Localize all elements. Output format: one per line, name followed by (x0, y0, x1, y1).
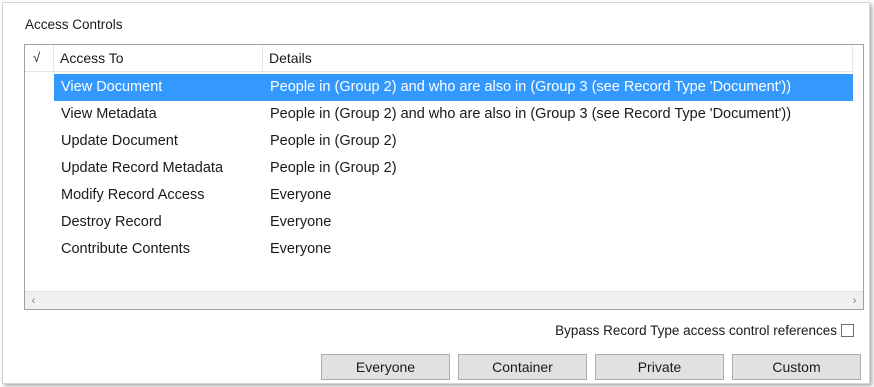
container-button[interactable]: Container (458, 354, 587, 380)
row-access-to: Destroy Record (61, 214, 162, 230)
dialog-frame: Access Controls √ Access To Details View… (2, 2, 870, 384)
row-access-to: Update Record Metadata (61, 160, 224, 176)
list-row[interactable]: Update Document People in (Group 2) (25, 128, 863, 155)
row-details: People in (Group 2) and who are also in … (270, 79, 792, 95)
list-row[interactable]: View Metadata People in (Group 2) and wh… (25, 101, 863, 128)
bypass-checkbox[interactable] (841, 323, 854, 337)
custom-button[interactable]: Custom (732, 354, 861, 380)
list-row[interactable]: Destroy Record Everyone (25, 209, 863, 236)
bypass-label: Bypass Record Type access control refere… (555, 322, 837, 338)
everyone-button[interactable]: Everyone (321, 354, 450, 380)
list-row[interactable]: Update Record Metadata People in (Group … (25, 155, 863, 182)
row-access-to: View Document (61, 79, 163, 95)
list-row[interactable]: Contribute Contents Everyone (25, 236, 863, 263)
private-button[interactable]: Private (595, 354, 724, 380)
column-header-access-to[interactable]: Access To (54, 45, 263, 71)
list-row[interactable]: View Document People in (Group 2) and wh… (25, 74, 863, 101)
access-controls-list[interactable]: √ Access To Details View Document People… (24, 44, 864, 310)
list-row[interactable]: Modify Record Access Everyone (25, 182, 863, 209)
section-title: Access Controls (25, 17, 123, 32)
row-details: People in (Group 2) and who are also in … (270, 106, 792, 122)
row-details: Everyone (270, 187, 332, 203)
column-header-check[interactable]: √ (25, 45, 54, 71)
row-details: Everyone (270, 241, 332, 257)
row-access-to: View Metadata (61, 106, 157, 122)
horizontal-scrollbar[interactable]: ‹ › (25, 291, 863, 309)
chevron-right-icon[interactable]: › (846, 292, 863, 309)
row-details: Everyone (270, 214, 332, 230)
row-access-to: Modify Record Access (61, 187, 205, 203)
access-controls-window: Access Controls √ Access To Details View… (0, 0, 874, 387)
list-header: √ Access To Details (25, 45, 853, 72)
row-access-to: Update Document (61, 133, 178, 149)
bypass-option[interactable]: Bypass Record Type access control refere… (555, 321, 854, 339)
row-access-to: Contribute Contents (61, 241, 190, 257)
row-details: People in (Group 2) (270, 160, 397, 176)
column-header-details[interactable]: Details (263, 45, 853, 71)
row-details: People in (Group 2) (270, 133, 397, 149)
chevron-left-icon[interactable]: ‹ (25, 292, 42, 309)
list-rows: View Document People in (Group 2) and wh… (25, 74, 863, 263)
